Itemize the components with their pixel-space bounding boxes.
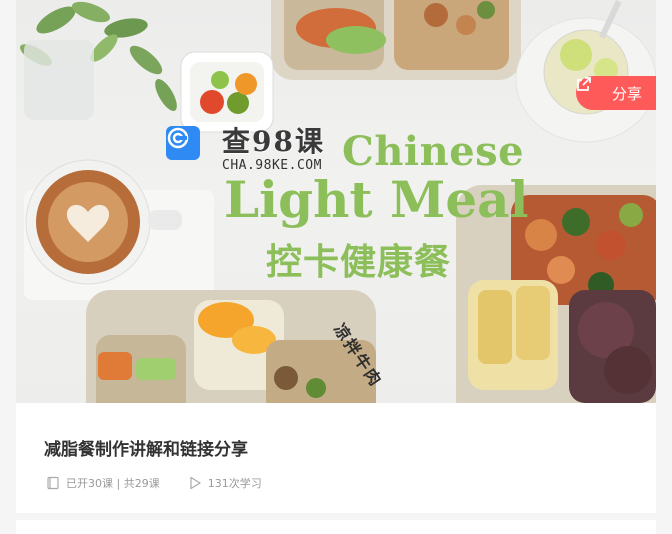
meal-box-top [271,0,521,80]
share-icon [577,77,606,101]
hero-subtitle-cn: 控卡健康餐 [266,242,452,283]
meal-box-bottom [86,290,376,403]
hero-title-line2: Light Meal [224,170,529,229]
course-info-card: 减脂餐制作讲解和链接分享 已开30课 | 共29课 131次学习 [16,403,656,513]
course-banner-image[interactable]: 查98课 CHA.98KE.COM Chinese Light Meal 控卡健… [16,0,656,403]
course-page: 查98课 CHA.98KE.COM Chinese Light Meal 控卡健… [0,0,672,534]
lesson-count: 已开30课 | 共29课 [46,475,160,491]
view-count: 131次学习 [188,475,262,491]
watermark-title: 查98课 [222,125,325,158]
next-card-edge [16,520,656,534]
course-title[interactable]: 减脂餐制作讲解和链接分享 [44,435,248,460]
course-meta: 已开30课 | 共29课 131次学习 [46,475,262,491]
share-button[interactable]: 分享 [576,76,656,110]
lesson-count-text: 已开30课 | 共29课 [66,477,160,490]
share-label: 分享 [611,84,642,103]
book-icon [46,476,60,490]
drink-glass [515,0,656,143]
play-icon [188,476,202,490]
hero-title-line1: Chinese [342,128,525,175]
watermark-logo-icon [166,126,200,160]
view-count-text: 131次学习 [207,477,262,490]
